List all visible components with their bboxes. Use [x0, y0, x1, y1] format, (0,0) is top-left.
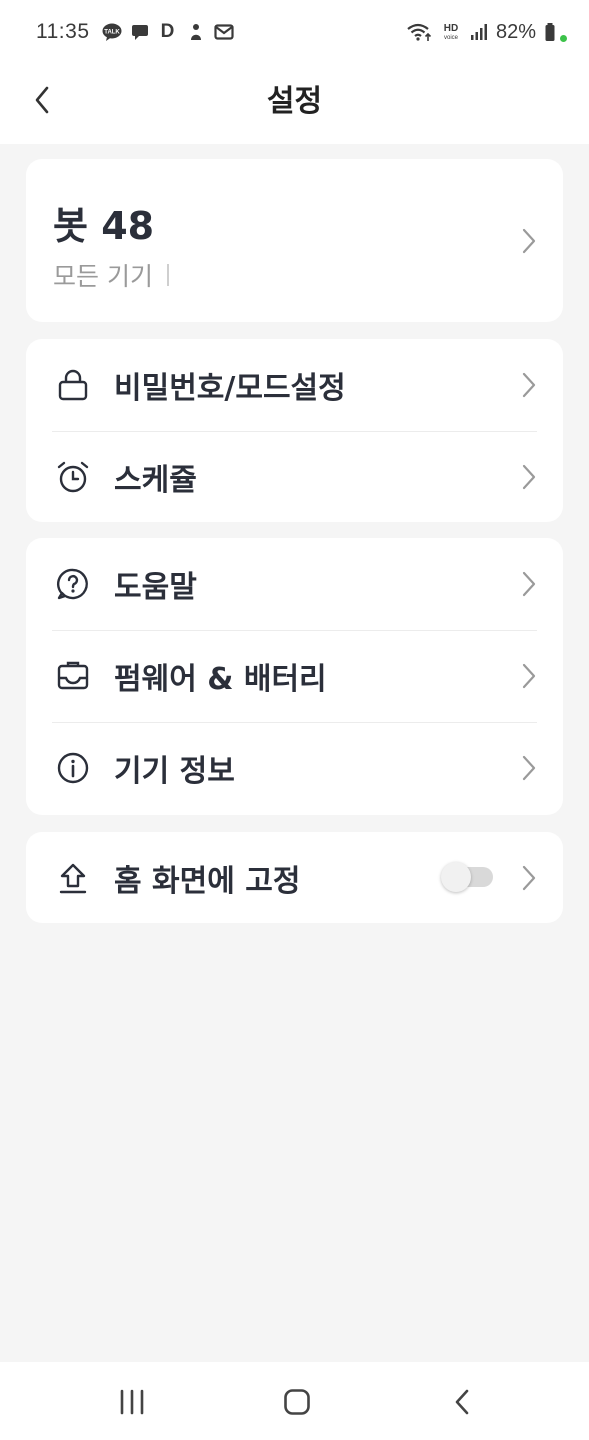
recent-apps-button[interactable]	[112, 1386, 152, 1418]
home-button[interactable]	[277, 1386, 317, 1418]
recent-apps-icon	[120, 1389, 144, 1415]
page-title: 설정	[266, 84, 323, 119]
lock-icon	[54, 366, 92, 404]
menu-item-password-mode[interactable]: 비밀번호/모드설정	[52, 339, 537, 431]
chevron-right-icon	[522, 755, 536, 781]
battery-percent: 82%	[495, 20, 536, 43]
help-section: 도움말 펌웨어 & 배터리 기기 정보	[26, 538, 563, 815]
talk-icon: TALK	[102, 22, 122, 42]
person-icon	[186, 22, 206, 42]
menu-item-pin-home[interactable]: 홈 화면에 고정	[52, 832, 537, 924]
signal-icon	[470, 22, 488, 42]
chevron-right-icon	[522, 372, 536, 398]
chevron-right-icon	[522, 571, 536, 597]
alarm-clock-icon	[54, 458, 92, 496]
menu-item-firmware-battery[interactable]: 펌웨어 & 배터리	[52, 630, 537, 722]
charging-dot	[560, 34, 567, 42]
status-right: HD voice 82%	[406, 21, 567, 44]
system-nav-bar	[0, 1362, 589, 1440]
app-header: 설정	[0, 64, 589, 144]
help-bubble-icon	[54, 565, 92, 603]
menu-item-help[interactable]: 도움말	[52, 538, 537, 630]
nav-back-button[interactable]	[442, 1386, 482, 1418]
menu-item-device-info[interactable]: 기기 정보	[52, 722, 537, 814]
home-icon	[284, 1389, 310, 1415]
pin-toggle[interactable]	[441, 862, 493, 892]
battery-icon	[544, 22, 556, 42]
device-subtitle: 모든 기기	[53, 257, 169, 293]
hd-voice-icon: HD voice	[440, 22, 462, 42]
back-icon	[455, 1389, 469, 1415]
text-divider	[166, 264, 169, 286]
device-card[interactable]: 봇 48 모든 기기	[26, 159, 563, 322]
status-time: 11:35	[36, 20, 90, 43]
svg-text:TALK: TALK	[104, 30, 120, 36]
d-app-icon: D	[160, 21, 175, 42]
chevron-right-icon	[522, 865, 536, 891]
status-bar: 11:35 TALK D HD voice 82%	[0, 0, 589, 64]
message-icon	[130, 22, 150, 42]
device-subtitle-text: 모든 기기	[53, 262, 153, 291]
status-left: 11:35 TALK D	[36, 20, 234, 44]
back-button[interactable]	[22, 80, 62, 120]
menu-item-label: 스케쥴	[114, 463, 197, 498]
menu-item-label: 비밀번호/모드설정	[114, 371, 346, 406]
mail-icon	[213, 22, 234, 42]
pin-section: 홈 화면에 고정	[26, 832, 563, 923]
svg-text:voice: voice	[444, 35, 459, 41]
chevron-right-icon	[522, 663, 536, 689]
toggle-knob	[441, 862, 471, 892]
info-icon	[54, 749, 92, 787]
upload-pin-icon	[54, 859, 92, 897]
menu-item-label: 도움말	[114, 570, 197, 605]
menu-item-label: 홈 화면에 고정	[114, 864, 301, 899]
wifi-icon	[406, 22, 432, 42]
chevron-right-icon	[522, 228, 536, 254]
chevron-right-icon	[522, 464, 536, 490]
firmware-icon	[54, 657, 92, 695]
menu-item-schedule[interactable]: 스케쥴	[52, 431, 537, 523]
chevron-left-icon	[35, 86, 49, 114]
menu-item-label: 기기 정보	[114, 754, 235, 789]
device-name: 봇 48	[53, 204, 155, 248]
svg-text:HD: HD	[444, 23, 458, 34]
security-section: 비밀번호/모드설정 스케쥴	[26, 339, 563, 522]
menu-item-label: 펌웨어 & 배터리	[114, 662, 327, 697]
